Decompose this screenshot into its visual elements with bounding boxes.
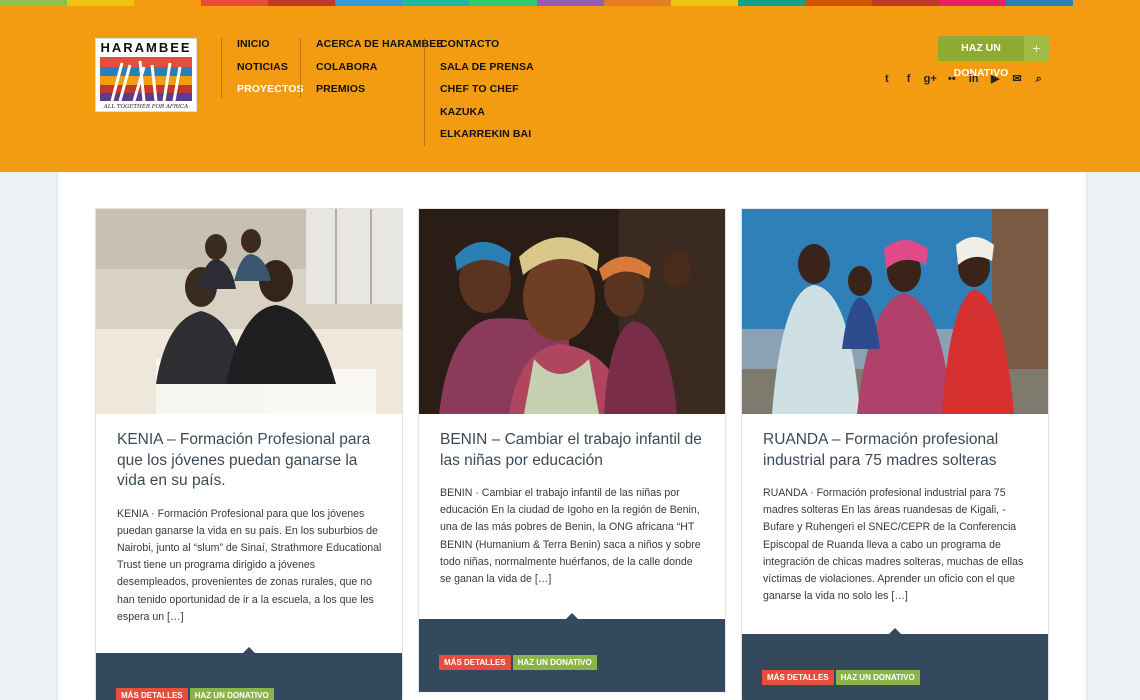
card-excerpt: BENIN · Cambiar el trabajo infantil de l…	[440, 487, 701, 586]
more-details-button[interactable]: MÁS DETALLES	[762, 670, 834, 685]
social-icons: t f g+ •• in ▶ ✉ ⌕	[876, 72, 1050, 86]
harambee-logo[interactable]: HARAMBEE ALL TOGETHER FOR AFRICA	[95, 38, 197, 112]
card-image-ruanda[interactable]	[742, 209, 1048, 414]
project-card-ruanda: RUANDA – Formación profesional industria…	[741, 208, 1049, 700]
card-excerpt: KENIA · Formación Profesional para que l…	[117, 507, 382, 623]
nav-column-3: CONTACTO SALA DE PRENSA CHEF TO CHEF KAZ…	[440, 38, 534, 151]
card-footer-notch	[889, 628, 901, 634]
card-excerpt: RUANDA · Formación profesional industria…	[763, 487, 1024, 603]
card-footer: MÁS DETALLES HAZ UN DONATIVO	[419, 613, 725, 692]
nav-divider	[300, 38, 301, 98]
donate-header-button[interactable]: HAZ UN DONATIVO +	[938, 36, 1049, 79]
donate-header-label: HAZ UN DONATIVO	[953, 42, 1009, 79]
card-title[interactable]: RUANDA – Formación profesional industria…	[763, 430, 1028, 471]
card-image-kenia[interactable]	[96, 209, 402, 414]
nav-item-chef-to-chef[interactable]: CHEF TO CHEF	[440, 83, 534, 106]
card-footer: MÁS DETALLES HAZ UN DONATIVO	[96, 647, 402, 700]
nav-divider	[221, 38, 222, 98]
search-icon[interactable]: ⌕	[1028, 72, 1050, 86]
mail-icon[interactable]: ✉	[1006, 72, 1028, 86]
card-buttons: MÁS DETALLES HAZ UN DONATIVO	[439, 655, 597, 670]
more-details-button[interactable]: MÁS DETALLES	[116, 688, 188, 700]
nav-item-sala-de-prensa[interactable]: SALA DE PRENSA	[440, 61, 534, 84]
nav-item-contacto[interactable]: CONTACTO	[440, 38, 534, 61]
project-card-benin: BENIN – Cambiar el trabajo infantil de l…	[418, 208, 726, 692]
card-buttons: MÁS DETALLES HAZ UN DONATIVO	[116, 688, 274, 700]
linkedin-icon[interactable]: in	[963, 72, 985, 86]
nav-column-1: INICIO NOTICIAS PROYECTOS	[237, 38, 304, 106]
nav-item-kazuka[interactable]: KAZUKA	[440, 106, 534, 129]
site-header: HARAMBEE ALL TOGETHER FOR AFRICA INICIO …	[0, 6, 1140, 172]
nav-item-proyectos[interactable]: PROYECTOS	[237, 83, 304, 106]
card-buttons: MÁS DETALLES HAZ UN DONATIVO	[762, 670, 920, 685]
google-plus-icon[interactable]: g+	[919, 72, 941, 86]
more-details-button[interactable]: MÁS DETALLES	[439, 655, 511, 670]
youtube-icon[interactable]: ▶	[984, 72, 1006, 86]
card-title[interactable]: BENIN – Cambiar el trabajo infantil de l…	[440, 430, 705, 471]
card-footer-notch	[566, 613, 578, 619]
donate-button[interactable]: HAZ UN DONATIVO	[189, 688, 274, 700]
facebook-icon[interactable]: f	[898, 72, 920, 86]
plus-icon[interactable]: +	[1024, 36, 1049, 61]
logo-title: HARAMBEE	[100, 40, 192, 55]
card-footer-notch	[243, 647, 255, 653]
nav-item-inicio[interactable]: INICIO	[237, 38, 304, 61]
card-title[interactable]: KENIA – Formación Profesional para que l…	[117, 430, 382, 492]
nav-item-elkarrekin-bai[interactable]: ELKARREKIN BAI	[440, 128, 534, 151]
nav-divider	[424, 38, 425, 146]
nav-item-noticias[interactable]: NOTICIAS	[237, 61, 304, 84]
flickr-icon[interactable]: ••	[941, 72, 963, 86]
card-image-benin[interactable]	[419, 209, 725, 414]
project-card-kenia: KENIA – Formación Profesional para que l…	[95, 208, 403, 700]
donate-button[interactable]: HAZ UN DONATIVO	[512, 655, 597, 670]
logo-art	[100, 57, 192, 101]
donate-button[interactable]: HAZ UN DONATIVO	[835, 670, 920, 685]
logo-tagline: ALL TOGETHER FOR AFRICA	[103, 104, 189, 110]
card-footer: MÁS DETALLES HAZ UN DONATIVO	[742, 628, 1048, 700]
twitter-icon[interactable]: t	[876, 72, 898, 86]
